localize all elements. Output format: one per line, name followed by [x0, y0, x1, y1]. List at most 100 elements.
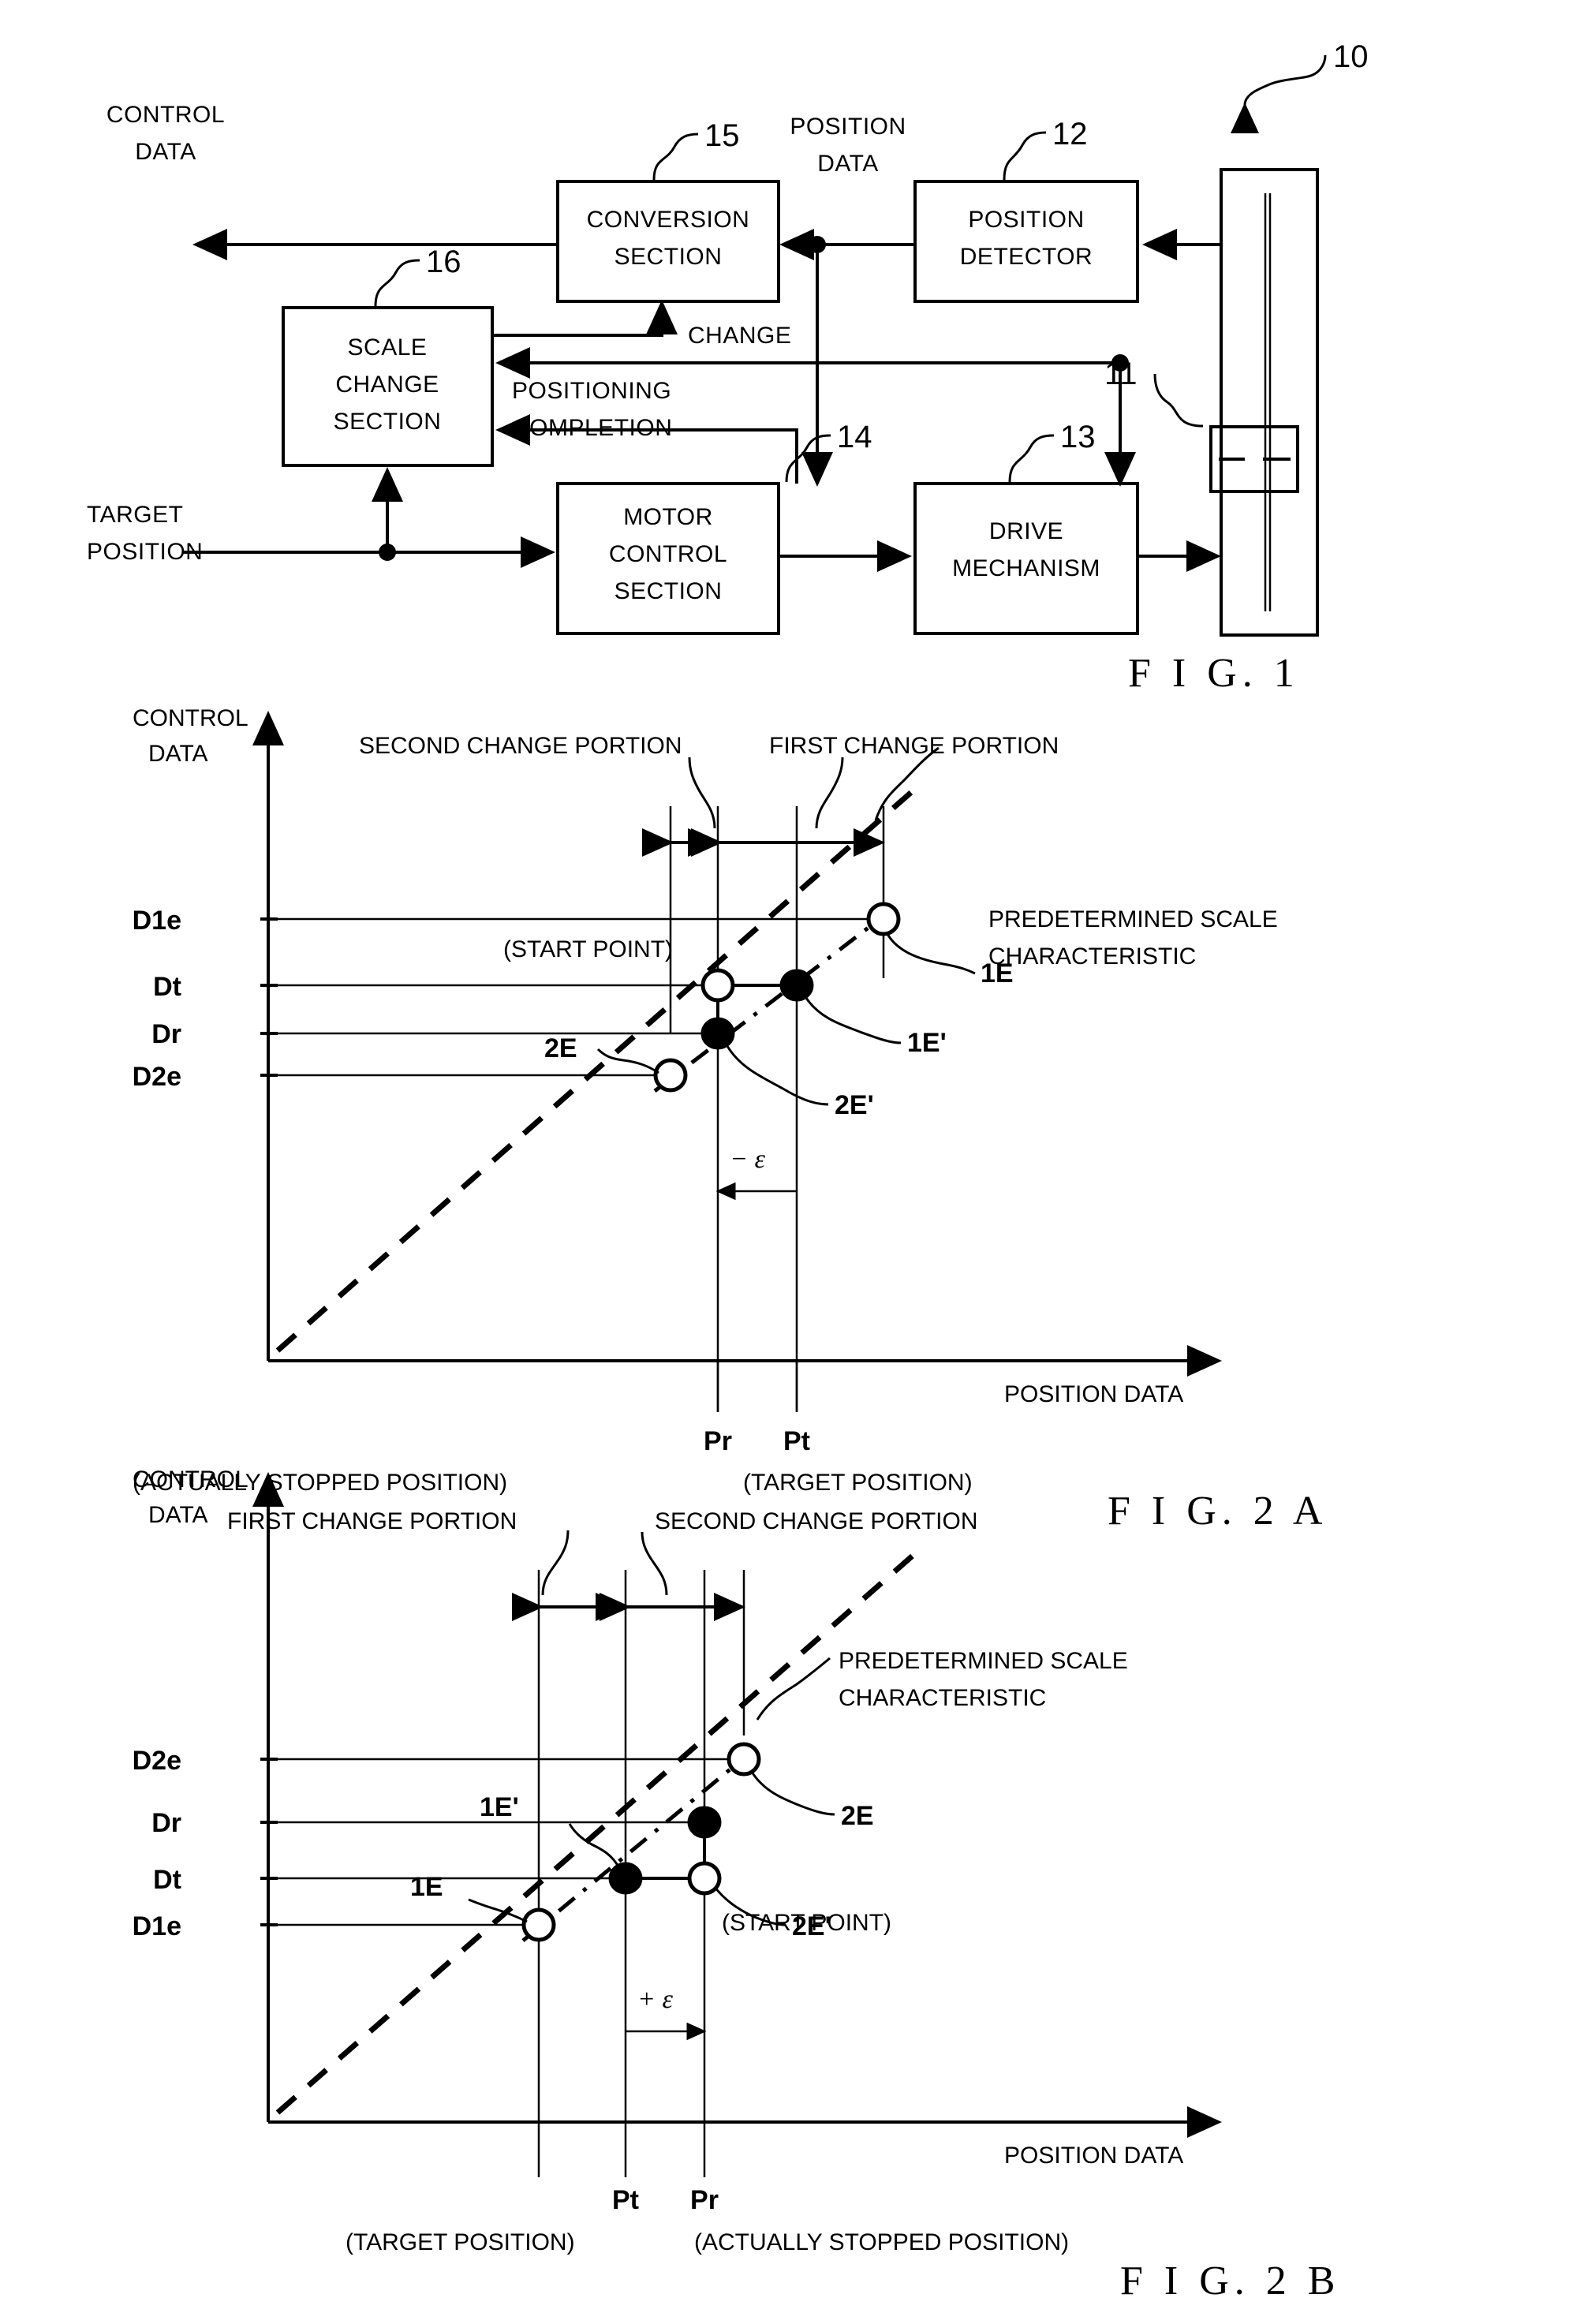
- block-label-scale-line2: CHANGE: [335, 372, 439, 398]
- fig2a-point-label-1E: 1E: [981, 958, 1014, 988]
- block-label-conversion-line1: CONVERSION: [587, 207, 750, 233]
- fig2a-xtick-note-pt: (TARGET POSITION): [743, 1470, 973, 1496]
- signal-position-data-line1: POSITION: [790, 114, 906, 140]
- fig2a-point-label-1Eprime: 1E': [907, 1028, 947, 1058]
- fig2b-xaxis-label: POSITION DATA: [1004, 2143, 1183, 2169]
- fig2b-xtick-note-pt: (TARGET POSITION): [346, 2229, 575, 2255]
- signal-control-data-line1: CONTROL: [106, 102, 225, 128]
- figure-2b-caption: F I G. 2 B: [1120, 2259, 1340, 2303]
- block-label-drive-line2: MECHANISM: [952, 555, 1100, 581]
- ref-number-13: 13: [1060, 420, 1096, 454]
- fig2a-leader-2Eprime: [726, 1045, 829, 1106]
- fig2b-leader-second-change: [641, 1531, 668, 1596]
- leader-12: [1003, 131, 1047, 181]
- leader-16: [374, 259, 420, 307]
- fig2a-ytick-Dr: Dr: [151, 1019, 181, 1049]
- arrow-change-to-conversion: [492, 300, 678, 337]
- fig2a-point-label-2Eprime: 2E': [835, 1090, 874, 1120]
- fig2a-changed-scale-line: [653, 902, 901, 1093]
- block-position-detector: [913, 180, 1139, 303]
- fig2a-leader-first-change: [815, 757, 844, 829]
- figure-2b: CONTROL DATA POSITION DATA FIRST CHANGE …: [133, 1467, 1340, 2303]
- leader-15: [652, 133, 699, 181]
- fig2b-point-label-2E: 2E: [841, 1801, 874, 1831]
- fig2a-span-label-second: SECOND CHANGE PORTION: [359, 733, 682, 759]
- block-label-conversion-line2: SECTION: [615, 244, 723, 270]
- block-label-detector-line2: DETECTOR: [960, 244, 1093, 270]
- ref-number-15: 15: [704, 118, 740, 153]
- fig2b-yaxis-label-line1: CONTROL: [133, 1467, 248, 1493]
- signal-position-data-line2: DATA: [817, 151, 879, 177]
- fig2b-scale-char-line1: PREDETERMINED SCALE: [839, 1648, 1128, 1674]
- block-label-motor-line2: CONTROL: [609, 541, 727, 567]
- fig2b-marker-1Eprime: [608, 1862, 643, 1895]
- signal-target-position-line1: TARGET: [87, 502, 183, 528]
- fig2a-span-label-first: FIRST CHANGE PORTION: [769, 733, 1059, 759]
- fig2a-leader-second-change: [688, 757, 716, 829]
- fig2b-point-label-1E: 1E: [410, 1872, 443, 1902]
- block-label-motor-line3: SECTION: [615, 578, 723, 604]
- block-conversion-section: [556, 180, 780, 303]
- fig2a-xtick-label-pr: Pr: [704, 1426, 732, 1456]
- figure-1: CONVERSION SECTION POSITION DETECTOR SCA…: [87, 39, 1369, 696]
- ref-number-11: 11: [1104, 357, 1138, 391]
- leader-11: [1153, 373, 1204, 428]
- fig2b-predetermined-scale-line: [275, 1548, 921, 2115]
- ref-number-12: 12: [1052, 117, 1088, 151]
- fig2b-ytick-D2e: D2e: [133, 1746, 181, 1776]
- fig2a-ytick-D2e: D2e: [133, 1062, 181, 1092]
- fig2a-scale-char-line1: PREDETERMINED SCALE: [988, 906, 1278, 932]
- signal-target-position-line2: POSITION: [87, 539, 203, 565]
- drawing-canvas: CONVERSION SECTION POSITION DETECTOR SCA…: [87, 39, 1369, 2303]
- signal-change-label: CHANGE: [688, 323, 791, 349]
- fig2b-leader-first-change: [541, 1530, 570, 1596]
- fig2a-xtick-label-pt: Pt: [783, 1426, 810, 1456]
- fig2a-scale-char-line2: CHARACTERISTIC: [988, 943, 1196, 970]
- fig2a-marker-1E: [866, 902, 901, 936]
- fig2b-xtick-label-pr: Pr: [690, 2185, 719, 2215]
- fig2a-yaxis-label-line2: DATA: [148, 741, 208, 767]
- fig2a-ytick-D1e: D1e: [133, 906, 181, 936]
- fig2b-ytick-D1e: D1e: [133, 1911, 181, 1941]
- fig2a-marker-start-point: [700, 968, 735, 1003]
- fig2a-point-label-2E: 2E: [544, 1033, 577, 1063]
- block-label-scale-line3: SECTION: [334, 409, 442, 435]
- fig2a-xaxis-label: POSITION DATA: [1004, 1381, 1183, 1407]
- fig2b-leader-2E: [750, 1771, 835, 1816]
- fig2b-marker-1E: [521, 1907, 556, 1942]
- fig2b-marker-Dr-point: [687, 1806, 722, 1839]
- fig2b-yaxis-label-line2: DATA: [148, 1502, 208, 1528]
- block-label-scale-line1: SCALE: [348, 334, 428, 361]
- fig2a-predetermined-scale-line: [275, 786, 917, 1353]
- leader-14: [785, 434, 831, 483]
- fig2a-epsilon-label: − ε: [730, 1145, 765, 1174]
- leader-13: [1008, 434, 1055, 483]
- fig2a-marker-1Eprime: [779, 969, 814, 1002]
- ref-number-16: 16: [426, 245, 461, 279]
- fig2b-scale-char-line2: CHARACTERISTIC: [839, 1685, 1046, 1711]
- signal-control-data-line2: DATA: [135, 139, 196, 165]
- ref-number-10: 10: [1333, 39, 1369, 74]
- figure-1-caption: F I G. 1: [1128, 651, 1300, 696]
- fig2a-yaxis-label-line1: CONTROL: [133, 705, 248, 731]
- fig2b-marker-2E: [727, 1742, 761, 1777]
- fig2b-ytick-Dr: Dr: [151, 1808, 181, 1838]
- fig2b-point-label-1Eprime: 1E': [480, 1792, 519, 1822]
- figure-2a: CONTROL DATA POSITION DATA SECOND CHANGE…: [133, 705, 1328, 1534]
- fig2b-xtick-label-pt: Pt: [612, 2185, 639, 2215]
- signal-completion-line1: POSITIONING: [512, 378, 671, 404]
- signal-completion-line2: COMPLETION: [512, 415, 672, 441]
- fig2b-ytick-Dt: Dt: [153, 1865, 181, 1895]
- block-label-motor-line1: MOTOR: [623, 504, 713, 530]
- patent-drawing-sheet: CONVERSION SECTION POSITION DETECTOR SCA…: [0, 0, 1569, 2324]
- fig2b-xtick-note-pr: (ACTUALLY STOPPED POSITION): [694, 2229, 1069, 2255]
- fig2b-span-label-second: SECOND CHANGE PORTION: [655, 1508, 978, 1534]
- fig2b-leader-1Eprime: [568, 1823, 621, 1869]
- figure-2a-caption: F I G. 2 A: [1108, 1489, 1328, 1534]
- ref-number-14: 14: [837, 420, 872, 454]
- block-label-detector-line1: POSITION: [968, 207, 1084, 233]
- fig2a-marker-2E: [653, 1058, 688, 1093]
- fig2b-point-label-2Eprime: 2E': [792, 1911, 831, 1941]
- fig2a-start-point-label: (START POINT): [503, 936, 673, 962]
- fig2a-leader-2E: [596, 1048, 659, 1074]
